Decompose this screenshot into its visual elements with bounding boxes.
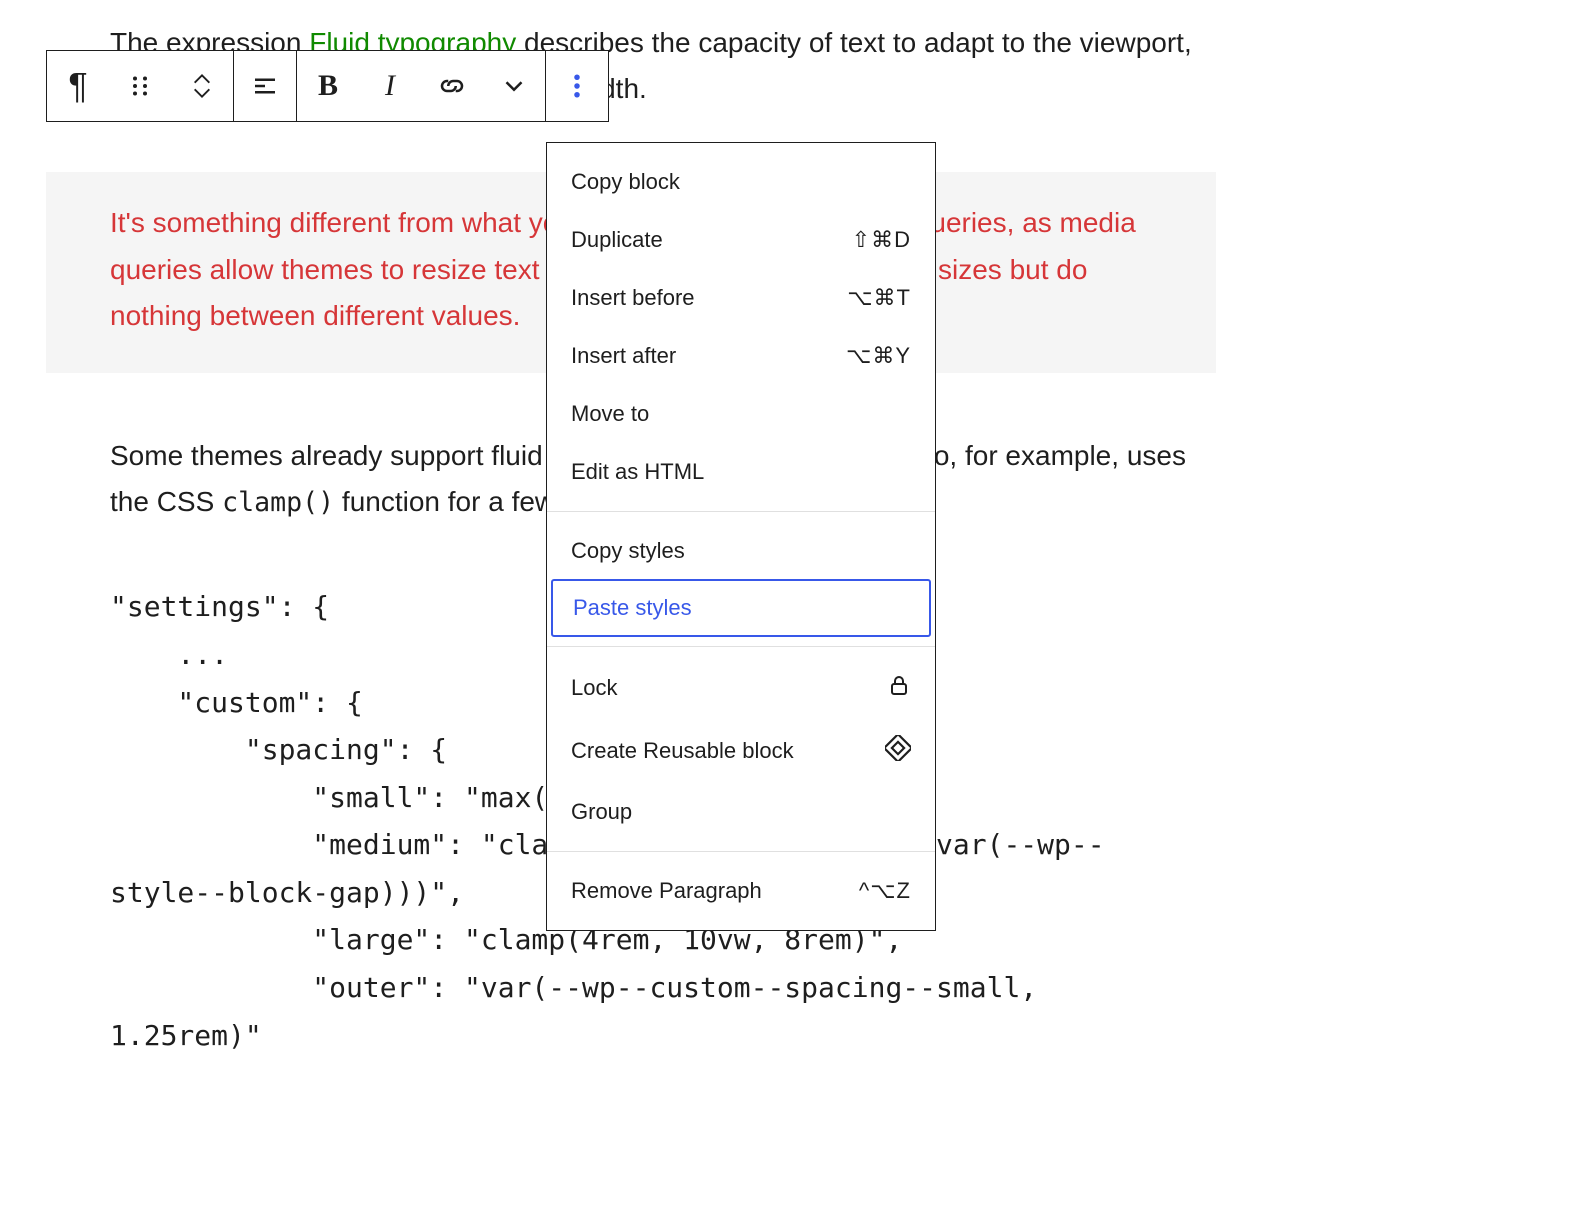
menu-label: Insert after: [571, 343, 676, 369]
chevron-down-icon: [499, 71, 529, 101]
menu-paste-styles[interactable]: Paste styles: [551, 579, 931, 637]
italic-button[interactable]: I: [359, 51, 421, 121]
menu-label: Remove Paragraph: [571, 878, 762, 904]
shortcut: ⌥⌘Y: [846, 343, 911, 369]
menu-label: Copy block: [571, 169, 680, 195]
block-type-button[interactable]: ¶: [47, 51, 109, 121]
bold-icon: B: [318, 69, 338, 103]
menu-label: Copy styles: [571, 538, 685, 564]
chevron-down-icon: [191, 86, 213, 100]
menu-remove-paragraph[interactable]: Remove Paragraph ^⌥Z: [547, 862, 935, 920]
menu-duplicate[interactable]: Duplicate ⇧⌘D: [547, 211, 935, 269]
paragraph-icon: ¶: [68, 68, 87, 104]
block-toolbar: ¶ B I: [46, 50, 609, 122]
menu-label: Lock: [571, 675, 617, 701]
menu-move-to[interactable]: Move to: [547, 385, 935, 443]
block-options-menu: Copy block Duplicate ⇧⌘D Insert before ⌥⌘T…: [546, 142, 936, 931]
menu-label: Insert before: [571, 285, 695, 311]
shortcut: ⇧⌘D: [852, 227, 911, 253]
menu-insert-before[interactable]: Insert before ⌥⌘T: [547, 269, 935, 327]
more-rich-text-button[interactable]: [483, 51, 545, 121]
align-icon: [250, 71, 280, 101]
menu-lock[interactable]: Lock: [547, 657, 935, 719]
editor-canvas: The expression Fluid typography describe…: [0, 0, 1592, 1220]
chevron-up-icon: [191, 72, 213, 86]
reusable-block-icon: [885, 735, 911, 767]
menu-label: Paste styles: [573, 595, 692, 621]
align-button[interactable]: [234, 51, 296, 121]
shortcut: ^⌥Z: [859, 878, 911, 904]
menu-label: Duplicate: [571, 227, 663, 253]
move-up-down-buttons[interactable]: [171, 51, 233, 121]
menu-group[interactable]: Group: [547, 783, 935, 841]
menu-label: Edit as HTML: [571, 459, 704, 485]
menu-label: Move to: [571, 401, 649, 427]
shortcut: ⌥⌘T: [847, 285, 911, 311]
more-vertical-icon: [562, 71, 592, 101]
menu-label: Create Reusable block: [571, 738, 794, 764]
link-icon: [437, 71, 467, 101]
inline-code: clamp(): [222, 487, 334, 518]
options-button[interactable]: [546, 51, 608, 121]
drag-handle-icon: [125, 71, 155, 101]
bold-button[interactable]: B: [297, 51, 359, 121]
menu-insert-after[interactable]: Insert after ⌥⌘Y: [547, 327, 935, 385]
drag-handle-button[interactable]: [109, 51, 171, 121]
lock-icon: [887, 673, 911, 703]
italic-icon: I: [385, 69, 395, 103]
menu-edit-as-html[interactable]: Edit as HTML: [547, 443, 935, 501]
menu-create-reusable-block[interactable]: Create Reusable block: [547, 719, 935, 783]
menu-label: Group: [571, 799, 632, 825]
menu-copy-styles[interactable]: Copy styles: [547, 522, 935, 580]
menu-copy-block[interactable]: Copy block: [547, 153, 935, 211]
link-button[interactable]: [421, 51, 483, 121]
